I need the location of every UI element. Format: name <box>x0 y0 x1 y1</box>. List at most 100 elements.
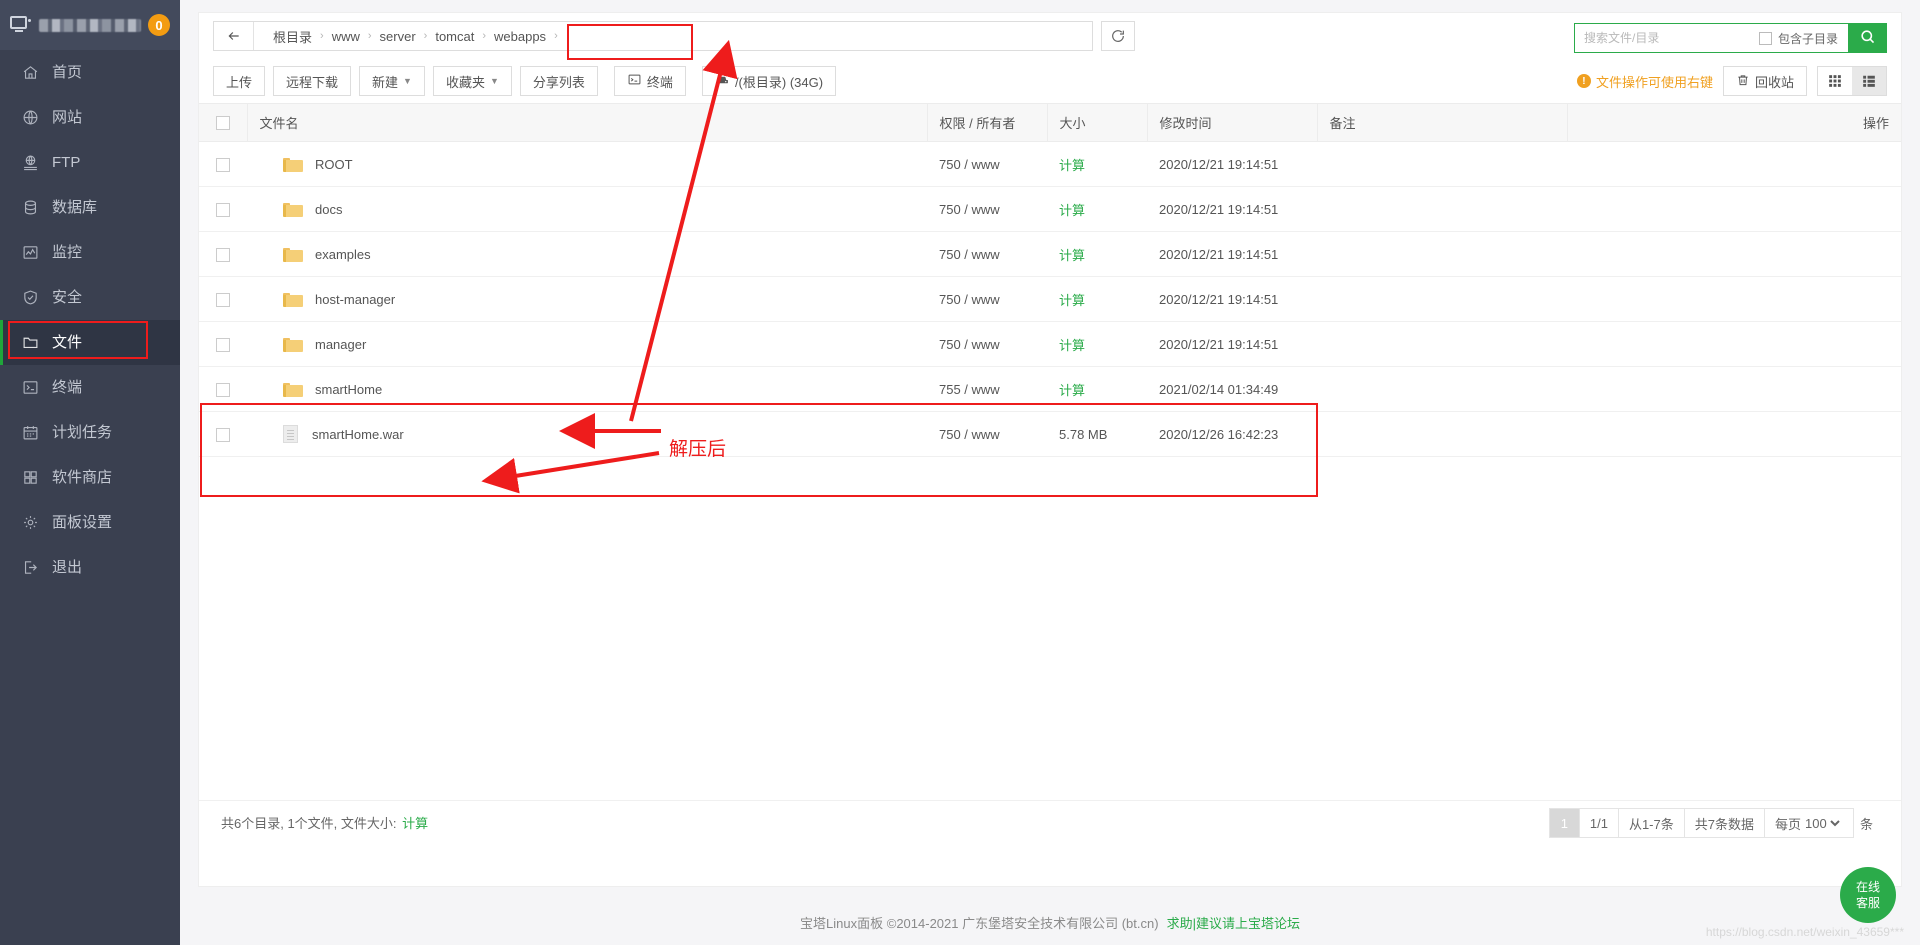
calc-size-link[interactable]: 计算 <box>1059 203 1085 218</box>
table-row[interactable]: manager 750 / www 计算 2020/12/21 19:14:51 <box>199 321 1901 367</box>
page-size-select[interactable]: 102050 100200 <box>1800 814 1843 832</box>
favorites-button[interactable]: 收藏夹 ▼ <box>432 66 512 96</box>
file-name[interactable]: host-manager <box>315 292 395 307</box>
notification-badge[interactable]: 0 <box>148 14 170 36</box>
row-note[interactable] <box>1317 141 1567 187</box>
sidebar-item-database[interactable]: 数据库 <box>0 185 180 230</box>
breadcrumb-item-root[interactable]: 根目录 <box>266 27 319 46</box>
sidebar-item-cron[interactable]: 计划任务 <box>0 410 180 455</box>
table-row[interactable]: ROOT 750 / www 计算 2020/12/21 19:14:51 <box>199 141 1901 187</box>
header-note[interactable]: 备注 <box>1317 103 1568 142</box>
row-checkbox[interactable] <box>216 427 230 442</box>
row-checkbox[interactable] <box>216 247 230 262</box>
remote-download-button[interactable]: 远程下载 <box>273 66 352 96</box>
calc-size-link[interactable]: 计算 <box>1059 383 1085 398</box>
summary-calc-link[interactable]: 计算 <box>402 816 428 831</box>
row-checkbox[interactable] <box>216 382 230 397</box>
table-row[interactable]: examples 750 / www 计算 2020/12/21 19:14:5… <box>199 231 1901 277</box>
header-mtime[interactable]: 修改时间 <box>1147 103 1318 142</box>
row-permission[interactable]: 750 / www <box>927 321 1047 367</box>
upload-button[interactable]: 上传 <box>213 66 266 96</box>
sidebar-item-logout[interactable]: 退出 <box>0 545 180 590</box>
header-size[interactable]: 大小 <box>1047 103 1148 142</box>
row-checkbox[interactable] <box>216 292 230 307</box>
row-name-cell[interactable]: smartHome <box>247 366 927 412</box>
row-note[interactable] <box>1317 321 1567 367</box>
breadcrumb-item-server[interactable]: server <box>373 29 423 44</box>
row-size[interactable]: 计算 <box>1047 186 1147 232</box>
file-name[interactable]: docs <box>315 202 342 217</box>
row-operations[interactable] <box>1567 231 1901 277</box>
table-row[interactable]: smartHome 755 / www 计算 2021/02/14 01:34:… <box>199 366 1901 412</box>
recycle-bin-button[interactable]: 回收站 <box>1722 66 1807 96</box>
include-subdir-toggle[interactable]: 包含子目录 <box>1754 24 1848 52</box>
breadcrumb-item-tomcat[interactable]: tomcat <box>428 29 481 44</box>
sidebar-item-website[interactable]: 网站 <box>0 95 180 140</box>
disk-usage-button[interactable]: /(根目录) (34G) <box>701 66 837 96</box>
sidebar-item-monitor[interactable]: 监控 <box>0 230 180 275</box>
header-permission[interactable]: 权限 / 所有者 <box>927 103 1048 142</box>
forum-link[interactable]: 求助|建议请上宝塔论坛 <box>1167 913 1300 932</box>
breadcrumb-item-www[interactable]: www <box>325 29 367 44</box>
file-name[interactable]: examples <box>315 247 371 262</box>
row-operations[interactable] <box>1567 366 1901 412</box>
row-size[interactable]: 计算 <box>1047 141 1147 187</box>
arrow-left-icon[interactable] <box>214 22 254 50</box>
row-checkbox[interactable] <box>216 157 230 172</box>
sidebar-item-appstore[interactable]: 软件商店 <box>0 455 180 500</box>
row-note[interactable] <box>1317 411 1567 457</box>
sidebar-item-security[interactable]: 安全 <box>0 275 180 320</box>
list-view-icon[interactable] <box>1852 67 1886 95</box>
terminal-button[interactable]: 终端 <box>613 66 686 96</box>
table-row[interactable]: smartHome.war 750 / www 5.78 MB 2020/12/… <box>199 411 1901 457</box>
new-button[interactable]: 新建 ▼ <box>359 66 425 96</box>
row-name-cell[interactable]: manager <box>247 321 927 367</box>
breadcrumb-item-webapps[interactable]: webapps <box>487 29 553 44</box>
search-input[interactable] <box>1574 24 1755 52</box>
row-size[interactable]: 计算 <box>1047 276 1147 322</box>
calc-size-link[interactable]: 计算 <box>1059 158 1085 173</box>
refresh-icon[interactable] <box>1101 21 1135 51</box>
row-permission[interactable]: 750 / www <box>927 276 1047 322</box>
file-name[interactable]: smartHome <box>315 382 382 397</box>
page-current[interactable]: 1 <box>1548 808 1579 838</box>
row-permission[interactable]: 750 / www <box>927 141 1047 187</box>
file-name[interactable]: manager <box>315 337 366 352</box>
search-button[interactable] <box>1848 24 1886 52</box>
row-note[interactable] <box>1317 366 1567 412</box>
row-operations[interactable] <box>1567 321 1901 367</box>
row-note[interactable] <box>1317 231 1567 277</box>
row-name-cell[interactable]: smartHome.war <box>247 411 927 457</box>
row-note[interactable] <box>1317 186 1567 232</box>
sidebar-item-ftp[interactable]: FTP <box>0 140 180 185</box>
sidebar-item-settings[interactable]: 面板设置 <box>0 500 180 545</box>
online-service-button[interactable]: 在线 客服 <box>1840 867 1896 923</box>
table-row[interactable]: host-manager 750 / www 计算 2020/12/21 19:… <box>199 276 1901 322</box>
calc-size-link[interactable]: 计算 <box>1059 338 1085 353</box>
row-permission[interactable]: 750 / www <box>927 231 1047 277</box>
sidebar-item-home[interactable]: 首页 <box>0 50 180 95</box>
calc-size-link[interactable]: 计算 <box>1059 293 1085 308</box>
share-list-button[interactable]: 分享列表 <box>519 66 598 96</box>
calc-size-link[interactable]: 计算 <box>1059 248 1085 263</box>
include-subdir-checkbox[interactable] <box>1758 31 1772 45</box>
table-row[interactable]: docs 750 / www 计算 2020/12/21 19:14:51 <box>199 186 1901 232</box>
row-permission[interactable]: 750 / www <box>927 411 1047 457</box>
row-name-cell[interactable]: examples <box>247 231 927 277</box>
row-permission[interactable]: 755 / www <box>927 366 1047 412</box>
file-name[interactable]: ROOT <box>315 157 353 172</box>
row-operations[interactable] <box>1567 141 1901 187</box>
row-permission[interactable]: 750 / www <box>927 186 1047 232</box>
sidebar-logo[interactable]: 0 <box>0 0 180 50</box>
grid-view-icon[interactable] <box>1818 67 1852 95</box>
row-operations[interactable] <box>1567 276 1901 322</box>
row-size[interactable]: 计算 <box>1047 321 1147 367</box>
select-all-checkbox[interactable] <box>215 116 230 131</box>
row-operations[interactable] <box>1567 186 1901 232</box>
row-name-cell[interactable]: ROOT <box>247 141 927 187</box>
row-size[interactable]: 计算 <box>1047 366 1147 412</box>
row-operations[interactable] <box>1567 411 1901 457</box>
row-size[interactable]: 计算 <box>1047 231 1147 277</box>
row-checkbox[interactable] <box>216 337 230 352</box>
row-name-cell[interactable]: docs <box>247 186 927 232</box>
